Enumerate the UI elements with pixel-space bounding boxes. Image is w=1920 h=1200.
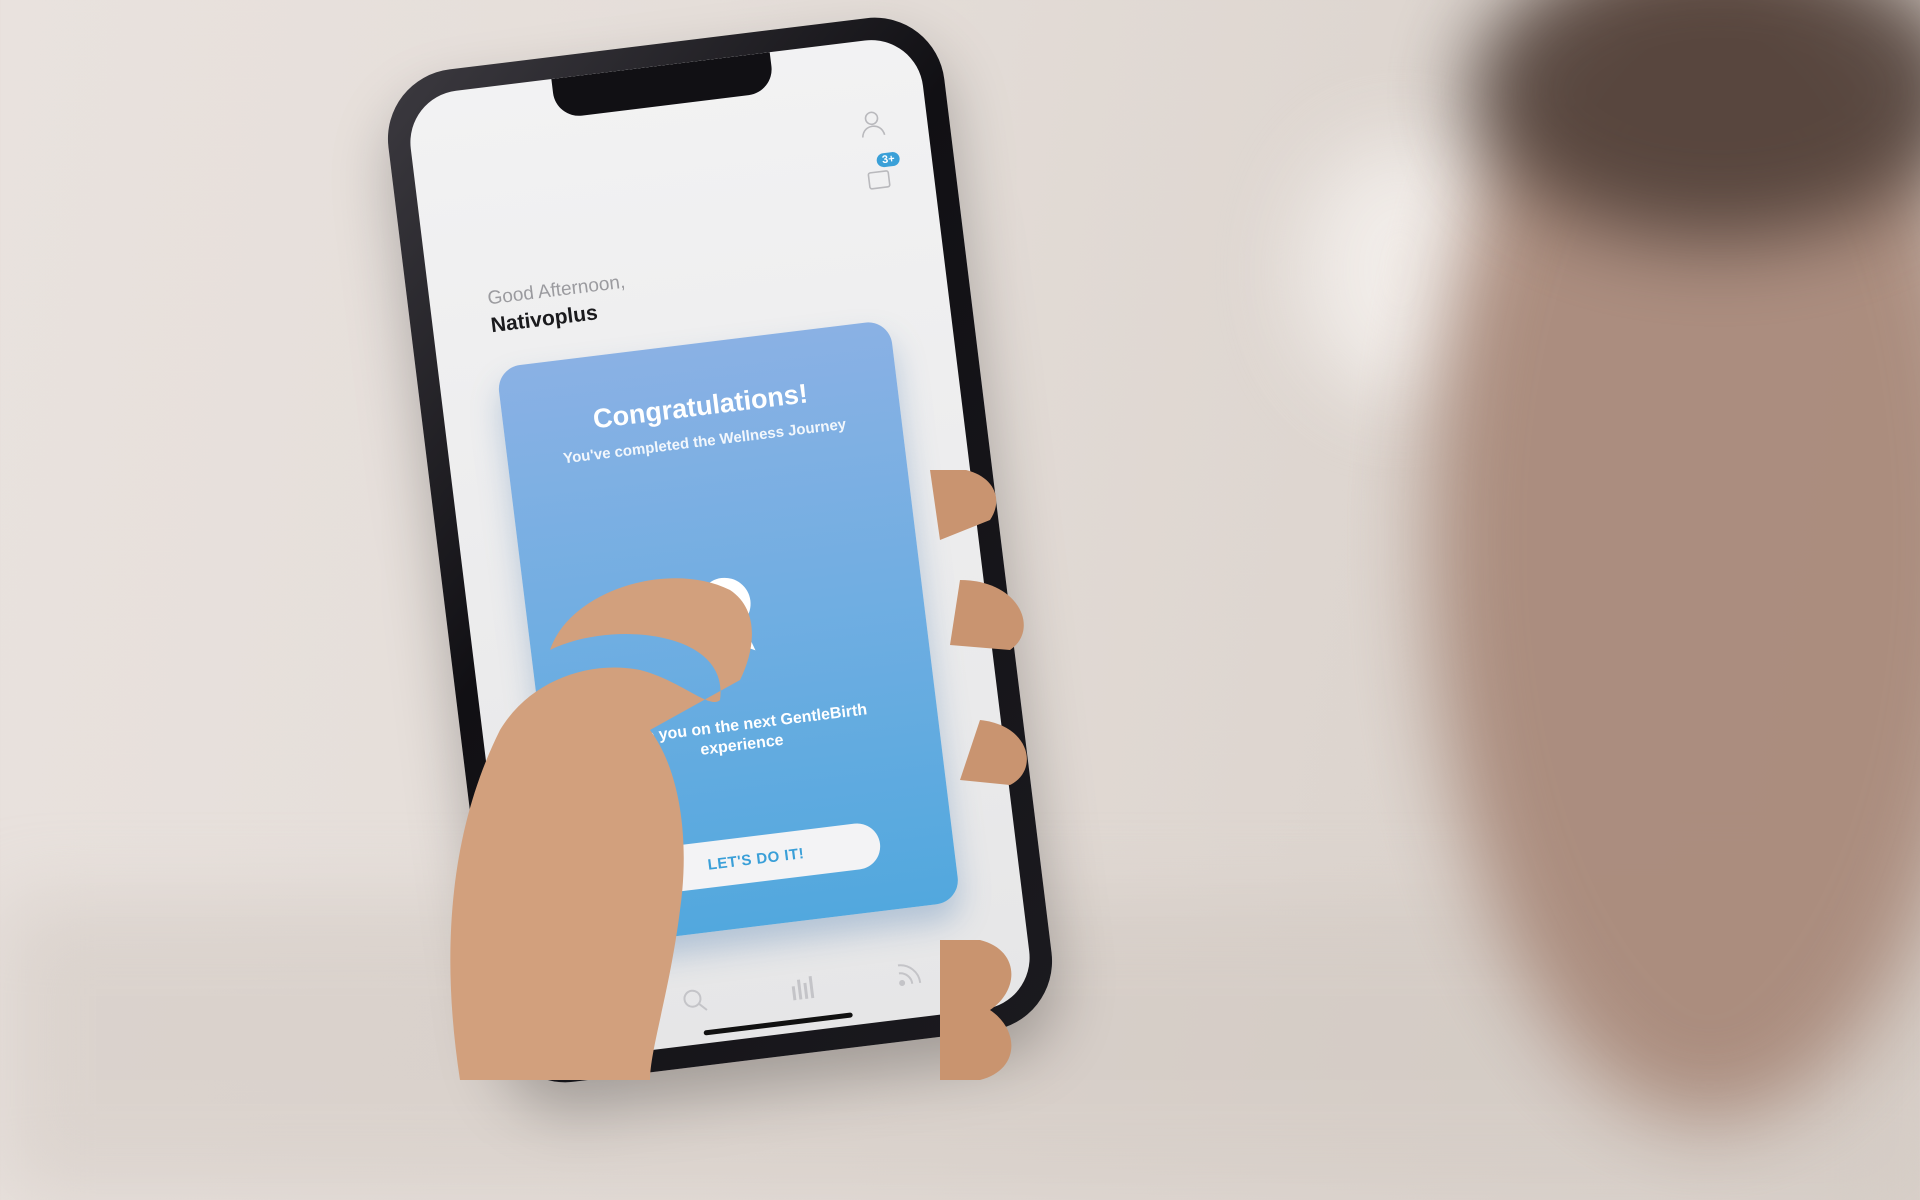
profile-icon[interactable] [855, 107, 888, 140]
notification-badge: 3+ [876, 151, 901, 168]
greeting-text: Good Afternoon, [486, 271, 627, 310]
hand [450, 470, 1027, 1080]
inbox-icon[interactable] [864, 164, 893, 193]
